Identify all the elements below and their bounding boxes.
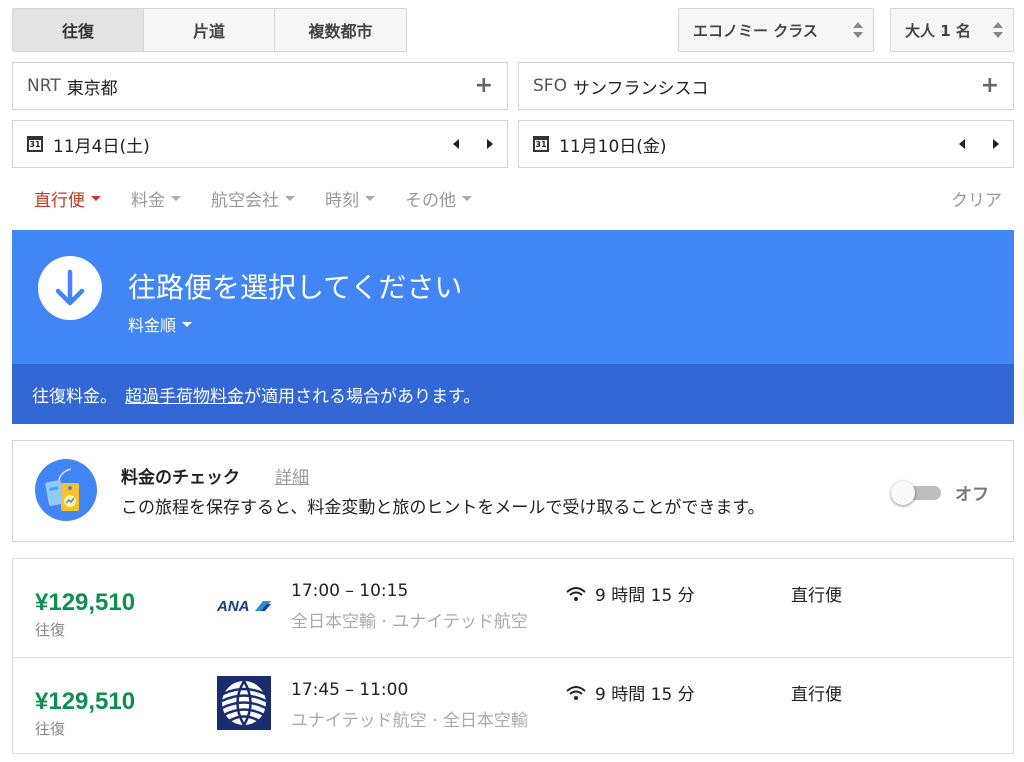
flight-duration: 9 時間 15 分 — [565, 680, 695, 705]
flight-times: 17:00 – 10:15 — [291, 581, 409, 601]
cabin-class-value: エコノミー クラス — [693, 21, 818, 40]
trip-type-roundtrip[interactable]: 往復 — [13, 9, 144, 51]
destination-field[interactable]: SFO サンフランシスコ + — [518, 62, 1014, 110]
price-tracking-toggle[interactable] — [891, 481, 947, 505]
depart-date-field[interactable]: 31 11月4日(土) — [12, 120, 508, 168]
next-date-icon[interactable] — [993, 139, 999, 149]
caret-down-icon — [285, 196, 295, 201]
prev-date-icon[interactable] — [959, 139, 965, 149]
add-origin-icon[interactable]: + — [475, 75, 493, 97]
flight-result-row[interactable]: ¥129,510 往復 17:45 – 11:00 ユナイテッド航空 · 全日本… — [13, 657, 1013, 754]
passengers-select[interactable]: 大人 1 名 — [890, 8, 1014, 52]
flight-stops: 直行便 — [791, 685, 842, 705]
caret-down-icon — [171, 196, 181, 201]
origin-code: NRT — [27, 76, 61, 96]
price-tracking-details-link[interactable]: 詳細 — [275, 463, 309, 488]
next-date-icon[interactable] — [487, 139, 493, 149]
filter-price[interactable]: 料金 — [131, 186, 181, 211]
trip-type-selector: 往復 片道 複数都市 — [12, 8, 407, 52]
fare-notice: 往復料金。 超過手荷物料金 が適用される場合があります。 — [12, 364, 1014, 424]
banner-title: 往路便を選択してください — [128, 271, 463, 304]
flight-price: ¥129,510 — [35, 688, 136, 715]
wifi-icon — [566, 685, 586, 700]
trip-type-oneway[interactable]: 片道 — [144, 9, 275, 51]
united-logo — [217, 676, 271, 734]
return-date-field[interactable]: 31 11月10日(金) — [518, 120, 1014, 168]
filter-times[interactable]: 時刻 — [325, 186, 375, 211]
flight-times: 17:45 – 11:00 — [291, 680, 409, 700]
cabin-class-select[interactable]: エコノミー クラス — [678, 8, 874, 52]
flight-stops: 直行便 — [791, 586, 842, 606]
caret-down-icon — [365, 196, 375, 201]
filter-airlines[interactable]: 航空会社 — [211, 186, 295, 211]
select-arrows-icon — [853, 20, 863, 40]
baggage-fees-link[interactable]: 超過手荷物料金 — [125, 382, 244, 407]
flight-duration: 9 時間 15 分 — [565, 581, 695, 606]
price-tracking-description: この旅程を保存すると、料金変動と旅のヒントをメールで受け取ることができます。 — [121, 498, 765, 518]
origin-name: 東京都 — [66, 78, 118, 99]
price-note: 往復 — [35, 720, 66, 738]
ana-logo: ANA — [216, 597, 273, 619]
calendar-icon: 31 — [27, 136, 43, 152]
flight-price: ¥129,510 — [35, 589, 136, 616]
filter-more[interactable]: その他 — [405, 186, 472, 211]
flight-airlines: 全日本空輸 · ユナイテッド航空 — [291, 612, 528, 632]
price-tracking-card: 料金のチェック 詳細 この旅程を保存すると、料金変動と旅のヒントをメールで受け取… — [12, 440, 1014, 542]
select-arrows-icon — [993, 20, 1003, 40]
flight-results-list: ¥129,510 往復 ANA 17:00 – 10:15 全日本空輸 · ユナ… — [12, 558, 1014, 754]
filter-nonstop[interactable]: 直行便 — [34, 186, 101, 211]
flight-result-row[interactable]: ¥129,510 往復 ANA 17:00 – 10:15 全日本空輸 · ユナ… — [13, 559, 1013, 656]
origin-field[interactable]: NRT 東京都 + — [12, 62, 508, 110]
calendar-icon: 31 — [533, 136, 549, 152]
flight-airlines: ユナイテッド航空 · 全日本空輸 — [291, 711, 528, 731]
return-date-value: 11月10日(金) — [559, 136, 667, 157]
caret-down-icon — [182, 321, 193, 327]
sort-dropdown[interactable]: 料金順 — [128, 312, 193, 336]
destination-code: SFO — [533, 76, 567, 96]
filter-bar: 直行便 料金 航空会社 時刻 その他 クリア — [34, 186, 1002, 211]
clear-filters-button[interactable]: クリア — [951, 186, 1002, 211]
destination-name: サンフランシスコ — [572, 78, 709, 99]
select-outbound-banner: 往路便を選択してください 料金順 — [12, 230, 1014, 364]
passengers-value: 大人 1 名 — [905, 21, 971, 40]
price-note: 往復 — [35, 621, 66, 639]
caret-down-icon — [462, 196, 472, 201]
toggle-state-label: オフ — [955, 485, 989, 505]
depart-date-value: 11月4日(土) — [53, 136, 150, 157]
arrow-down-icon — [38, 256, 102, 320]
price-tag-icon — [35, 459, 97, 521]
svg-text:ANA: ANA — [217, 598, 250, 615]
caret-down-icon — [91, 196, 101, 201]
add-destination-icon[interactable]: + — [981, 75, 999, 97]
prev-date-icon[interactable] — [453, 139, 459, 149]
wifi-icon — [566, 586, 586, 601]
trip-type-multicity[interactable]: 複数都市 — [275, 9, 406, 51]
price-tracking-title: 料金のチェック — [121, 468, 240, 488]
